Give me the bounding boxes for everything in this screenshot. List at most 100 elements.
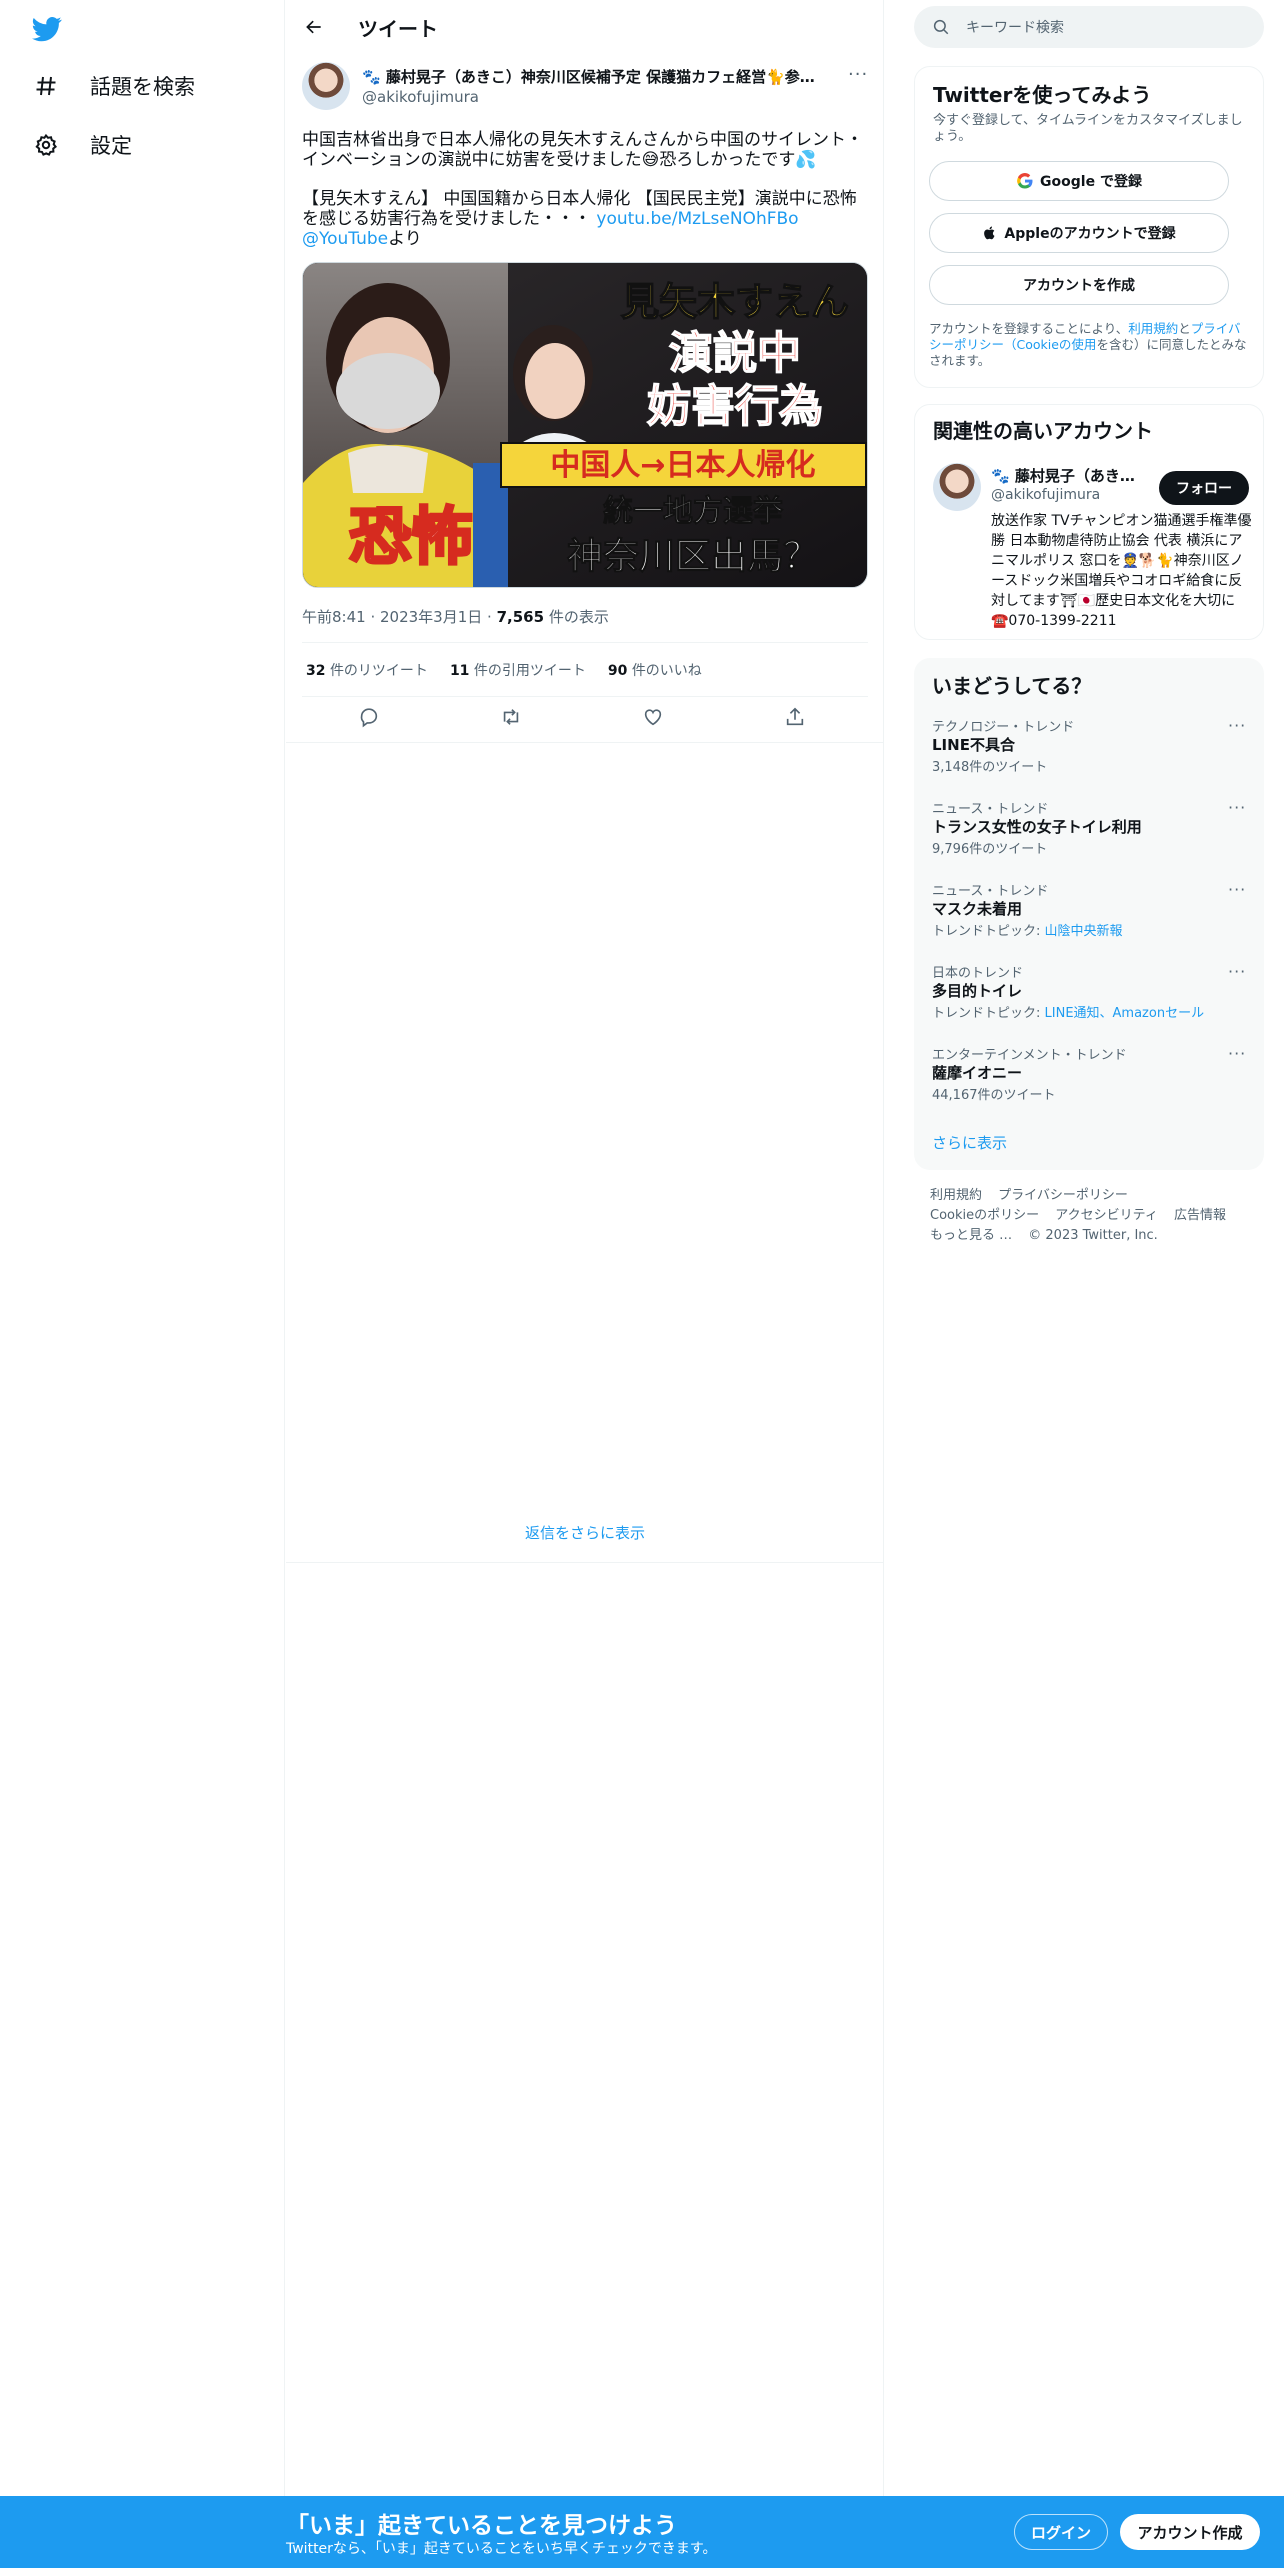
retweet-icon[interactable] xyxy=(500,706,524,730)
related-handle[interactable]: @akikofujimura xyxy=(991,487,1100,503)
terms-link[interactable]: 利用規約 xyxy=(1128,321,1178,336)
youtube-mention[interactable]: @YouTube xyxy=(302,229,388,249)
trend-context: 日本のトレンド xyxy=(932,966,1024,981)
search-icon xyxy=(932,18,950,36)
signup-title: Twitterを使ってみよう xyxy=(933,83,1152,107)
back-arrow-icon[interactable] xyxy=(300,13,328,41)
youtube-link[interactable]: youtu.be/MzLseNOhFBo xyxy=(596,209,798,229)
trend-context: テクノロジー・トレンド xyxy=(932,720,1075,735)
related-bio: 放送作家 TVチャンピオン猫通選手権準優勝 日本動物虐待防止協会 代表 横浜にア… xyxy=(991,513,1252,629)
more-icon[interactable]: ··· xyxy=(1228,880,1246,899)
trend-topic-link[interactable]: LINE通知、Amazonセール xyxy=(1045,1006,1205,1021)
search-box[interactable]: キーワード検索 xyxy=(914,6,1264,48)
related-title: 関連性の高いアカウント xyxy=(933,419,1153,443)
banner-subtitle: Twitterなら、「いま」起きていることをいち早くチェックできます。 xyxy=(286,2541,717,2557)
reply-icon[interactable] xyxy=(358,706,382,730)
signup-card: Twitterを使ってみよう 今すぐ登録して、タイムラインをカスタマイズしましょ… xyxy=(914,66,1264,388)
apple-button-label: Appleのアカウントで登録 xyxy=(1004,226,1176,242)
signup-subtitle: 今すぐ登録して、タイムラインをカスタマイズしましょう。 xyxy=(933,113,1243,144)
likes-count: 90 xyxy=(607,663,628,679)
media-text-3: 妨害行為 xyxy=(647,381,823,432)
search-input[interactable]: キーワード検索 xyxy=(966,17,1064,37)
login-button[interactable]: ログイン xyxy=(1014,2514,1108,2550)
trend-item[interactable]: ニュース・トレンド トランス女性の女子トイレ利用 9,796件のツイート ··· xyxy=(914,798,1264,880)
media-text-7: 恐怖 xyxy=(349,500,473,573)
related-name[interactable]: 🐾 藤村晃子（あき… xyxy=(991,465,1151,486)
nav-settings[interactable]: 設定 xyxy=(32,125,132,165)
google-signup-button[interactable]: Google で登録 xyxy=(929,161,1229,201)
like-icon[interactable] xyxy=(642,706,666,730)
trend-count: 44,167件のツイート xyxy=(932,1088,1056,1103)
likes-stat[interactable]: 90 件のいいね xyxy=(608,660,702,680)
signup-terms: アカウントを登録することにより、利用規約とプライバシーポリシー（Cookieの使… xyxy=(929,321,1249,369)
more-icon[interactable]: ··· xyxy=(1228,716,1246,735)
tweet-date[interactable]: 2023年3月1日 xyxy=(380,608,482,626)
footer-more[interactable]: もっと見る … xyxy=(930,1228,1012,1243)
footer-privacy[interactable]: プライバシーポリシー xyxy=(998,1188,1128,1203)
terms-text: と xyxy=(1178,321,1191,336)
tweet-text-line: インベーションの演説中に妨害を受けました😅恐ろしかったです💦 xyxy=(302,150,817,170)
views-label: 件の表示 xyxy=(548,608,609,626)
footer-links: 利用規約 プライバシーポリシー Cookieのポリシー アクセシビリティ 広告情… xyxy=(930,1186,1260,1246)
retweets-count: 32 xyxy=(306,663,326,679)
create-account-button[interactable]: アカウントを作成 xyxy=(929,265,1229,305)
trends-card: いまどうしてる？ テクノロジー・トレンド LINE不具合 3,148件のツイート… xyxy=(914,658,1264,1170)
footer-terms[interactable]: 利用規約 xyxy=(930,1188,982,1203)
footer-accessibility[interactable]: アクセシビリティ xyxy=(1055,1208,1158,1223)
media-text-6: 神奈川区出馬？ xyxy=(567,536,819,577)
show-more-replies[interactable]: 返信をさらに表示 xyxy=(286,1522,884,1543)
related-avatar[interactable] xyxy=(933,463,981,511)
tweet-actions xyxy=(302,700,868,736)
footer-ads[interactable]: 広告情報 xyxy=(1174,1208,1226,1223)
more-icon[interactable]: ··· xyxy=(1228,962,1246,981)
tweet-text-line: を感じる妨害行為を受けました・・・ xyxy=(302,209,597,229)
more-icon[interactable]: ··· xyxy=(848,64,868,85)
trend-item[interactable]: 日本のトレンド 多目的トイレ トレンドトピック: LINE通知、Amazonセー… xyxy=(914,962,1264,1044)
footer-cookie[interactable]: Cookieのポリシー xyxy=(930,1208,1039,1223)
trend-context: ニュース・トレンド xyxy=(932,802,1049,817)
more-icon[interactable]: ··· xyxy=(1228,1044,1246,1063)
tweet-text-1: 中国吉林省出身で日本人帰化の見矢木すえんさんから中国のサイレント・ インベーショ… xyxy=(302,130,868,170)
tweet-text-2: 【見矢木すえん】 中国国籍から日本人帰化 【国民民主党】演説中に恐怖 を感じる妨… xyxy=(302,189,868,249)
trend-count: 9,796件のツイート xyxy=(932,842,1048,857)
trend-topic: トレンドトピック: 山陰中央新報 xyxy=(932,920,1123,939)
signup-button[interactable]: アカウント作成 xyxy=(1120,2514,1260,2550)
footer-copyright: © 2023 Twitter, Inc. xyxy=(1028,1228,1158,1243)
follow-button[interactable]: フォロー xyxy=(1159,471,1249,505)
share-icon[interactable] xyxy=(784,706,808,730)
apple-icon xyxy=(982,225,998,241)
media-text-2: 演説中 xyxy=(669,328,801,379)
author-handle[interactable]: @akikofujimura xyxy=(362,88,479,106)
nav-explore[interactable]: 話題を検索 xyxy=(32,66,195,106)
twitter-logo-icon[interactable] xyxy=(30,14,66,44)
trend-topic-link[interactable]: 山陰中央新報 xyxy=(1045,924,1123,939)
banner-title: 「いま」起きていることを見つけよう xyxy=(286,2513,677,2539)
tweet-meta: 午前8:41 · 2023年3月1日 · 7,565 件の表示 xyxy=(302,608,609,626)
trends-title: いまどうしてる？ xyxy=(932,674,1092,698)
nav-explore-label: 話題を検索 xyxy=(90,75,195,99)
trend-context: ニュース・トレンド xyxy=(932,884,1049,899)
trend-item[interactable]: エンターテインメント・トレンド 薩摩イオニー 44,167件のツイート ··· xyxy=(914,1044,1264,1126)
terms-text: アカウントを登録することにより、 xyxy=(929,321,1129,336)
trend-context: エンターテインメント・トレンド xyxy=(932,1048,1127,1063)
tweet-time[interactable]: 午前8:41 xyxy=(302,608,366,626)
author-avatar[interactable] xyxy=(302,62,350,110)
trend-item[interactable]: ニュース・トレンド マスク未着用 トレンドトピック: 山陰中央新報 ··· xyxy=(914,880,1264,962)
apple-signup-button[interactable]: Appleのアカウントで登録 xyxy=(929,213,1229,253)
google-button-label: Google で登録 xyxy=(1040,174,1142,190)
retweets-stat[interactable]: 32 件のリツイート xyxy=(306,660,428,680)
tweet-text-suffix: より xyxy=(388,229,422,249)
more-icon[interactable]: ··· xyxy=(1228,798,1246,817)
trend-name: 薩摩イオニー xyxy=(932,1064,1023,1082)
media-text-5: 統一地方選挙 xyxy=(603,494,784,529)
gear-icon xyxy=(32,131,60,159)
quotes-stat[interactable]: 11 件の引用ツイート xyxy=(450,660,586,680)
trend-item[interactable]: テクノロジー・トレンド LINE不具合 3,148件のツイート ··· xyxy=(914,716,1264,798)
trend-name: LINE不具合 xyxy=(932,736,1015,754)
show-more-trends[interactable]: さらに表示 xyxy=(932,1132,1007,1153)
views-count: 7,565 xyxy=(496,608,545,626)
tweet-media-image[interactable]: 見矢木すえん 演説中 妨害行為 中国人→日本人帰化 統一地方選挙 神奈川区出馬？… xyxy=(302,262,868,588)
divider xyxy=(286,1562,884,1563)
page-title: ツイート xyxy=(358,17,438,41)
author-name[interactable]: 🐾 藤村晃子（あきこ）神奈川区候補予定 保護猫カフェ経営🐈参… xyxy=(362,66,827,87)
